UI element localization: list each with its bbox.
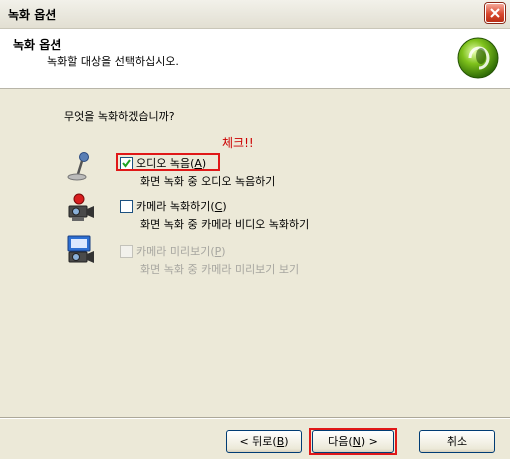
camera-preview-option-description: 화면 녹화 중 카메라 미리보기 보기 — [140, 263, 300, 276]
camera-preview-checkbox[interactable] — [120, 245, 133, 258]
cancel-button[interactable]: 취소 — [419, 430, 495, 453]
close-button[interactable] — [485, 3, 505, 23]
wizard-header: 녹화 옵션 녹화할 대상을 선택하십시오. — [0, 29, 510, 89]
microphone-icon — [67, 152, 89, 181]
next-button[interactable]: 다음(N) > — [312, 430, 394, 453]
camera-preview-option-label[interactable]: 카메라 미리보기(P) — [136, 243, 226, 259]
audio-highlight-box — [116, 153, 220, 171]
record-options-dialog: 녹화 옵션 녹화 옵션 녹화할 대상을 선택하십시오. 무엇을 녹화하겠습니까? — [0, 0, 510, 459]
audio-option-description: 화면 녹화 중 오디오 녹음하기 — [140, 175, 276, 188]
back-button[interactable]: < 뒤로(B) — [226, 430, 302, 453]
title-bar: 녹화 옵션 — [0, 0, 510, 29]
webcam-record-icon — [68, 193, 94, 221]
button-area-divider — [0, 417, 510, 419]
camera-record-option-label[interactable]: 카메라 녹화하기(C) — [136, 198, 227, 214]
question-label: 무엇을 녹화하겠습니까? — [64, 110, 175, 123]
webcam-preview-icon — [67, 235, 94, 263]
header-title: 녹화 옵션 — [13, 38, 62, 52]
annotation-text: 체크!! — [222, 136, 254, 150]
close-icon — [490, 8, 500, 18]
camera-record-option-description: 화면 녹화 중 카메라 비디오 녹화하기 — [140, 218, 310, 231]
window-title: 녹화 옵션 — [8, 8, 57, 22]
camera-record-checkbox[interactable] — [120, 200, 133, 213]
app-logo-icon — [457, 37, 499, 79]
header-subtitle: 녹화할 대상을 선택하십시오. — [47, 55, 179, 68]
